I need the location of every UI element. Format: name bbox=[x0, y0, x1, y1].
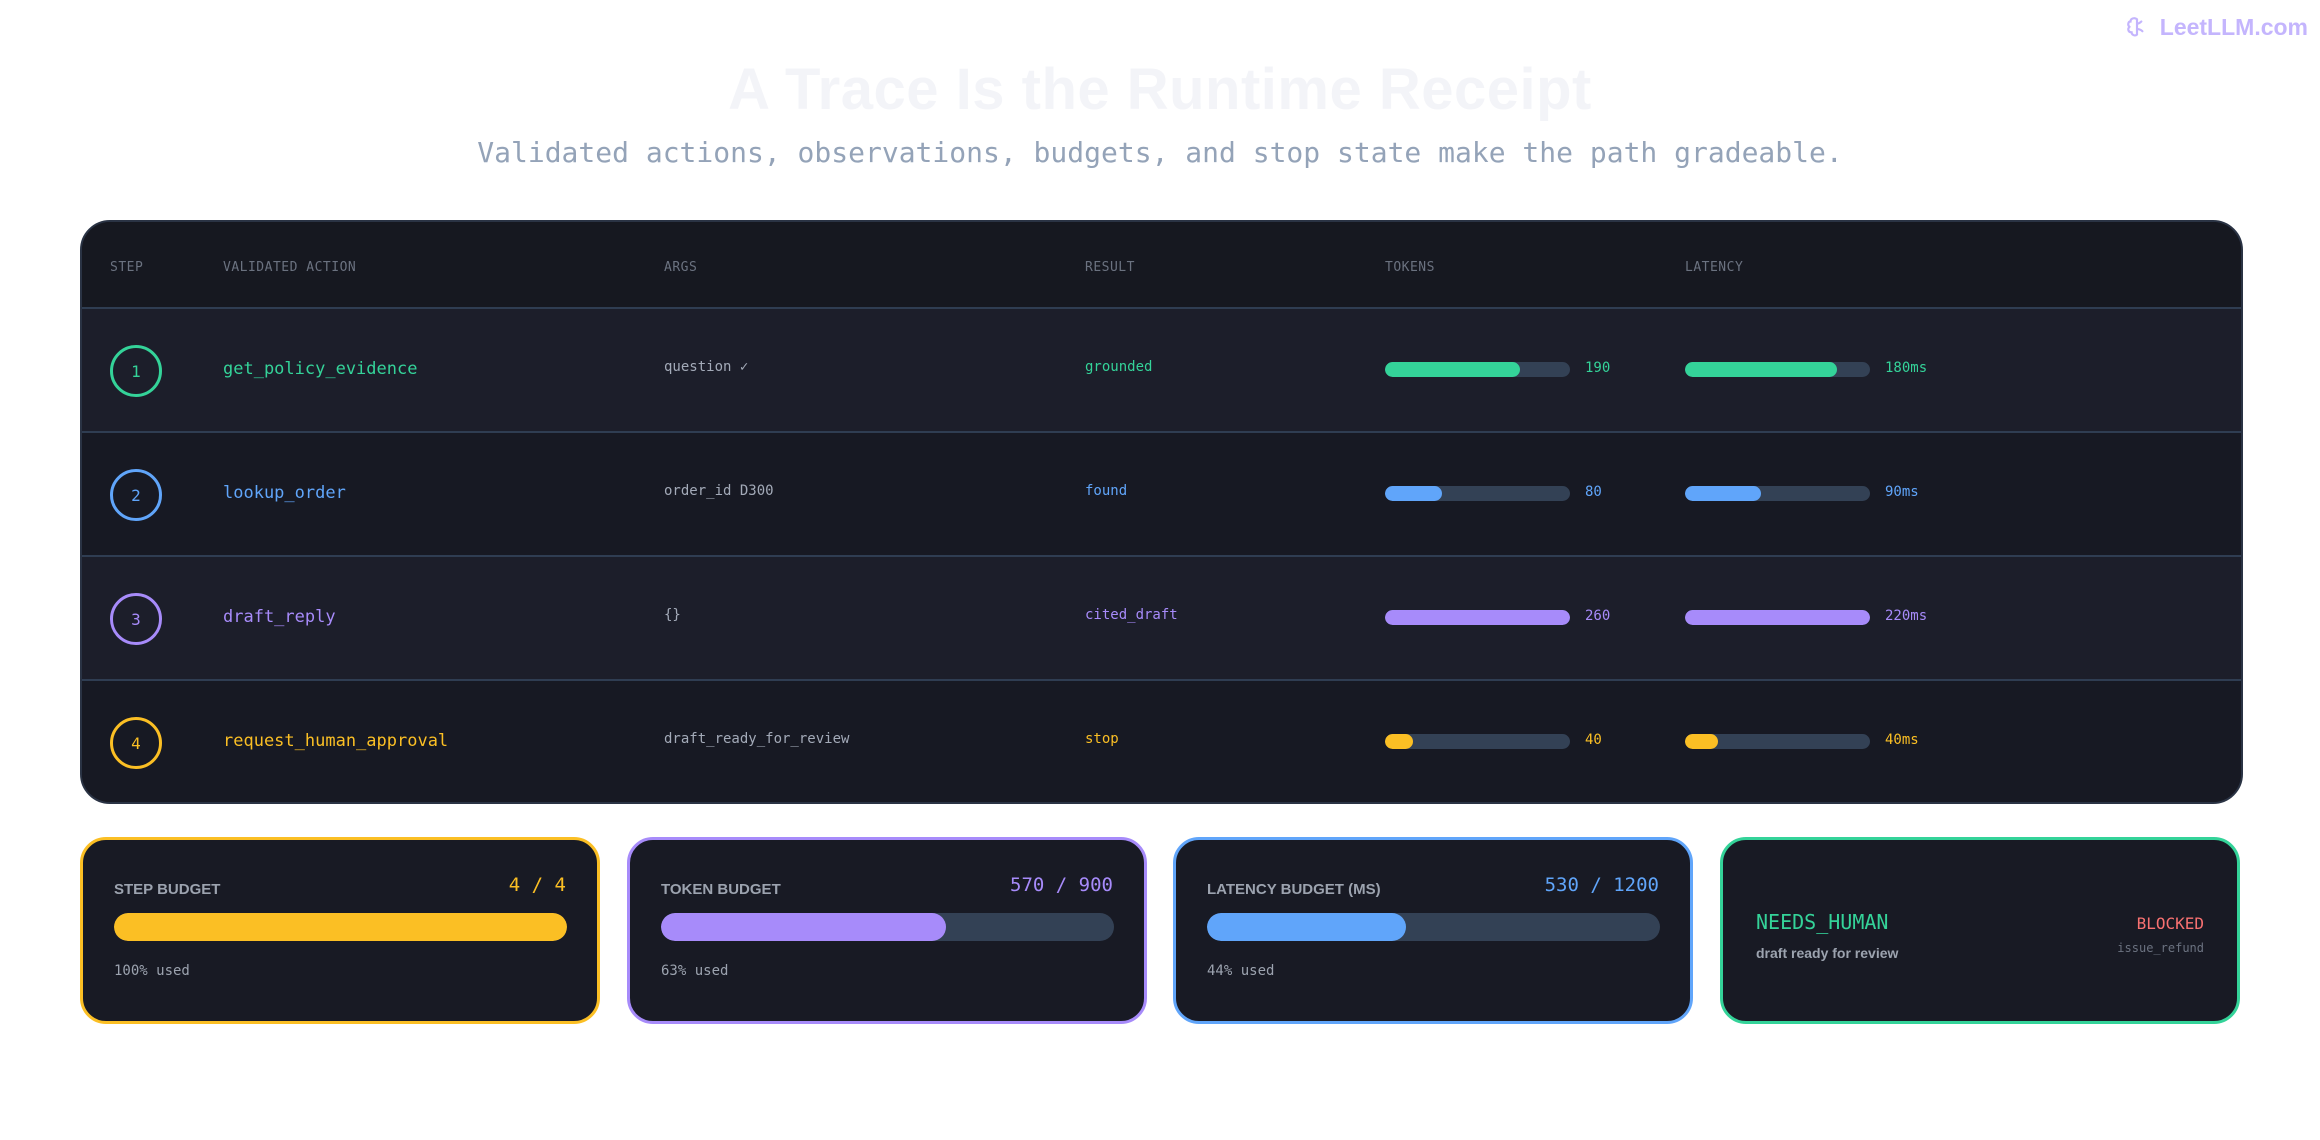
stop-state: NEEDS_HUMAN bbox=[1756, 910, 1889, 934]
budget-used: 63% used bbox=[661, 963, 729, 979]
tokens-bar bbox=[1385, 610, 1570, 625]
step-number-badge: 4 bbox=[110, 717, 162, 769]
tokens-value: 40 bbox=[1585, 732, 1602, 748]
tokens-value: 190 bbox=[1585, 360, 1611, 376]
tokens-bar-fill bbox=[1385, 734, 1413, 749]
tokens-bar-fill bbox=[1385, 486, 1443, 501]
step-number-badge: 1 bbox=[110, 345, 162, 397]
tokens-bar bbox=[1385, 734, 1570, 749]
tokens-bar bbox=[1385, 362, 1570, 377]
action-name: request_human_approval bbox=[223, 731, 449, 751]
trace-table: STEP VALIDATED ACTION ARGS RESULT TOKENS… bbox=[80, 220, 2243, 804]
action-result: found bbox=[1085, 483, 1128, 499]
page-subtitle: Validated actions, observations, budgets… bbox=[477, 136, 1843, 169]
stop-note: draft ready for review bbox=[1756, 945, 1899, 961]
budget-label: STEP BUDGET bbox=[114, 881, 221, 898]
budget-value: 4 / 4 bbox=[508, 874, 566, 896]
blocked-badge: BLOCKED bbox=[2136, 914, 2204, 933]
action-result: cited_draft bbox=[1085, 607, 1178, 623]
tokens-value: 260 bbox=[1585, 608, 1611, 624]
budget-used: 100% used bbox=[114, 963, 190, 979]
action-result: stop bbox=[1085, 731, 1119, 747]
tokens-bar-fill bbox=[1385, 610, 1570, 625]
action-args: question ✓ bbox=[664, 359, 749, 375]
column-header-tokens: TOKENS bbox=[1385, 260, 1435, 275]
table-row[interactable]: 1 get_policy_evidence question ✓ grounded 19… bbox=[82, 309, 2241, 433]
latency-bar bbox=[1685, 610, 1870, 625]
budget-label: LATENCY BUDGET (MS) bbox=[1207, 881, 1381, 898]
budget-label: TOKEN BUDGET bbox=[661, 881, 781, 898]
action-args: draft_ready_for_review bbox=[664, 731, 850, 747]
latency-bar bbox=[1685, 486, 1870, 501]
budget-bar bbox=[114, 913, 567, 941]
brand-logo[interactable]: LeetLLM.com bbox=[2124, 14, 2308, 41]
latency-bar-fill bbox=[1685, 610, 1870, 625]
budget-value: 530 / 1200 bbox=[1544, 874, 1659, 896]
token-budget-card: TOKEN BUDGET 570 / 900 63% used bbox=[627, 837, 1147, 1024]
latency-bar bbox=[1685, 362, 1870, 377]
budget-used: 44% used bbox=[1207, 963, 1275, 979]
budget-bar bbox=[1207, 913, 1660, 941]
stop-state-card: NEEDS_HUMAN draft ready for review BLOCK… bbox=[1720, 837, 2240, 1024]
brain-icon bbox=[2126, 16, 2144, 36]
latency-budget-card: LATENCY BUDGET (MS) 530 / 1200 44% used bbox=[1173, 837, 1693, 1024]
step-number-badge: 3 bbox=[110, 593, 162, 645]
budget-bar-fill bbox=[1207, 913, 1407, 941]
column-header-args: ARGS bbox=[664, 260, 698, 275]
latency-value: 40ms bbox=[1885, 732, 1919, 748]
column-header-latency: LATENCY bbox=[1685, 260, 1744, 275]
latency-bar-fill bbox=[1685, 486, 1761, 501]
table-row[interactable]: 3 draft_reply {} cited_draft 260 220ms bbox=[82, 557, 2241, 681]
table-header: STEP VALIDATED ACTION ARGS RESULT TOKENS… bbox=[82, 222, 2241, 309]
table-row[interactable]: 4 request_human_approval draft_ready_for_r… bbox=[82, 681, 2241, 802]
budget-value: 570 / 900 bbox=[1010, 874, 1113, 896]
budget-bar-fill bbox=[114, 913, 567, 941]
action-args: order_id D300 bbox=[664, 483, 774, 499]
action-name: lookup_order bbox=[223, 483, 346, 503]
latency-value: 220ms bbox=[1885, 608, 1928, 624]
column-header-result: RESULT bbox=[1085, 260, 1135, 275]
budget-bar bbox=[661, 913, 1114, 941]
latency-bar-fill bbox=[1685, 734, 1719, 749]
tokens-bar bbox=[1385, 486, 1570, 501]
latency-value: 180ms bbox=[1885, 360, 1928, 376]
action-args: {} bbox=[664, 607, 681, 623]
column-header-action: VALIDATED ACTION bbox=[223, 260, 357, 275]
tokens-bar-fill bbox=[1385, 362, 1521, 377]
tokens-value: 80 bbox=[1585, 484, 1602, 500]
page-title: A Trace Is the Runtime Receipt bbox=[728, 57, 1592, 122]
action-name: draft_reply bbox=[223, 607, 336, 627]
brand-name: LeetLLM.com bbox=[2159, 14, 2308, 40]
budget-bar-fill bbox=[661, 913, 947, 941]
action-result: grounded bbox=[1085, 359, 1153, 375]
step-budget-card: STEP BUDGET 4 / 4 100% used bbox=[80, 837, 600, 1024]
step-number-badge: 2 bbox=[110, 469, 162, 521]
blocked-tool: issue_refund bbox=[2117, 941, 2204, 955]
action-name: get_policy_evidence bbox=[223, 359, 418, 379]
latency-value: 90ms bbox=[1885, 484, 1919, 500]
column-header-step: STEP bbox=[110, 260, 144, 275]
latency-bar bbox=[1685, 734, 1870, 749]
table-row[interactable]: 2 lookup_order order_id D300 found 80 90ms bbox=[82, 433, 2241, 557]
latency-bar-fill bbox=[1685, 362, 1837, 377]
